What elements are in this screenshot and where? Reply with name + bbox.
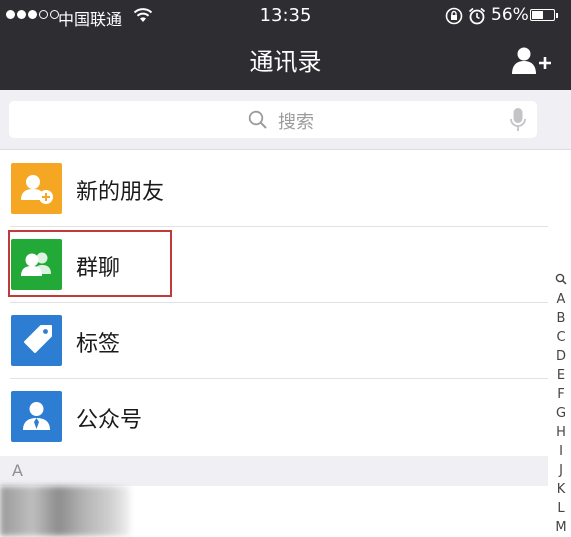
- section-letter: A: [12, 461, 23, 480]
- index-letter[interactable]: A: [552, 290, 570, 309]
- battery-cap: [556, 13, 558, 18]
- index-letter[interactable]: B: [552, 309, 570, 328]
- index-letter[interactable]: D: [552, 347, 570, 366]
- list-item-official-accounts[interactable]: 公众号: [0, 379, 548, 455]
- rotation-lock-icon: [445, 7, 463, 25]
- top-bar: 中国联通 13:35 56% 通讯录: [0, 0, 571, 90]
- index-letter[interactable]: J: [552, 461, 570, 480]
- list-item-label: 标签: [76, 332, 121, 357]
- search-placeholder: 搜索: [278, 112, 314, 133]
- index-letter[interactable]: I: [552, 442, 570, 461]
- page-title: 通讯录: [249, 48, 322, 76]
- index-letter[interactable]: H: [552, 423, 570, 442]
- battery-icon: [530, 9, 555, 21]
- index-letter[interactable]: G: [552, 404, 570, 423]
- highlight-box: [8, 230, 172, 297]
- list-item-label: 新的朋友: [76, 180, 165, 205]
- search-icon: [248, 110, 267, 129]
- index-letter[interactable]: K: [552, 480, 570, 499]
- list-item-new-friends[interactable]: 新的朋友: [0, 151, 548, 227]
- alphabet-index[interactable]: ABCDEFGHIJKLM: [552, 272, 570, 537]
- section-header: A: [0, 456, 548, 486]
- search-area: 搜索: [0, 90, 571, 150]
- list-item-tags[interactable]: 标签: [0, 303, 548, 379]
- new-friend-icon: [11, 163, 62, 214]
- microphone-icon[interactable]: [510, 107, 526, 133]
- index-letter[interactable]: E: [552, 366, 570, 385]
- add-friend-icon[interactable]: [512, 46, 552, 76]
- index-search-icon[interactable]: [552, 272, 570, 290]
- search-input[interactable]: 搜索: [9, 101, 537, 138]
- index-letter[interactable]: M: [552, 518, 570, 537]
- tag-icon: [11, 315, 62, 366]
- battery-percentage: 56%: [491, 5, 529, 25]
- status-bar: 中国联通 13:35 56%: [0, 0, 571, 32]
- index-letter[interactable]: C: [552, 328, 570, 347]
- index-letter[interactable]: F: [552, 385, 570, 404]
- index-letter[interactable]: L: [552, 499, 570, 518]
- blurred-contact[interactable]: [0, 486, 130, 536]
- list-item-label: 公众号: [76, 408, 143, 433]
- official-account-icon: [11, 391, 62, 442]
- alarm-icon: [468, 7, 486, 25]
